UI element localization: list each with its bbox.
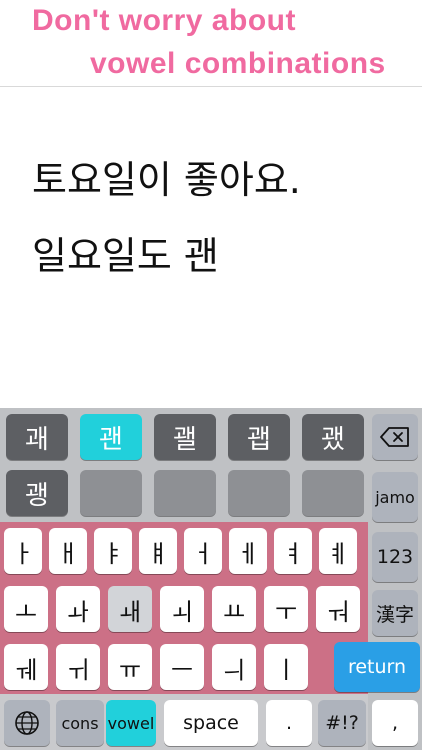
candidate-key-selected[interactable]: 괜 (80, 414, 142, 460)
vowel-mode-button[interactable]: vowel (106, 700, 156, 746)
backspace-icon (380, 427, 410, 447)
candidate-key[interactable]: 괬 (302, 414, 364, 460)
candidate-key[interactable]: 괭 (6, 470, 68, 516)
candidate-key-empty (154, 470, 216, 516)
vowel-key[interactable]: ㅑ (94, 528, 132, 574)
vowel-key[interactable]: ㅓ (184, 528, 222, 574)
space-button[interactable]: space (164, 700, 258, 746)
vowel-key[interactable]: ㅒ (139, 528, 177, 574)
candidate-key[interactable]: 괩 (228, 414, 290, 460)
vowel-key[interactable]: ㅐ (49, 528, 87, 574)
vowel-key[interactable]: ㅣ (264, 644, 308, 690)
backspace-button[interactable] (372, 414, 418, 460)
candidate-key-empty (302, 470, 364, 516)
vowel-key[interactable]: ㅞ (4, 644, 48, 690)
candidate-key[interactable]: 괘 (6, 414, 68, 460)
vowel-key-pressed[interactable]: ㅙ (108, 586, 152, 632)
korean-keyboard: 괘 괜 괠 괩 괬 괭 ㅏ ㅐ ㅑ ㅒ ㅓ ㅔ ㅕ ㅖ ㅗ ㅘ ㅙ ㅚ ㅛ ㅜ … (0, 408, 422, 750)
vowel-key[interactable]: ㅚ (160, 586, 204, 632)
vowel-key[interactable]: ㅏ (4, 528, 42, 574)
hanja-button[interactable]: 漢字 (372, 590, 418, 636)
globe-icon (14, 710, 40, 736)
vowel-key[interactable]: ㅠ (108, 644, 152, 690)
vowel-key[interactable]: ㅘ (56, 586, 100, 632)
vowel-panel: ㅏ ㅐ ㅑ ㅒ ㅓ ㅔ ㅕ ㅖ ㅗ ㅘ ㅙ ㅚ ㅛ ㅜ ㅝ ㅞ ㅟ ㅠ ㅡ ㅢ … (0, 522, 368, 694)
candidate-key[interactable]: 괠 (154, 414, 216, 460)
globe-button[interactable] (4, 700, 50, 746)
side-key-column: jamo 123 漢字 (368, 408, 422, 750)
vowel-key[interactable]: ㅔ (229, 528, 267, 574)
candidate-bar: 괘 괜 괠 괩 괬 괭 (0, 408, 368, 522)
vowel-key[interactable]: ㅡ (160, 644, 204, 690)
editor-line-1: 토요일이 좋아요. (32, 158, 301, 202)
banner-title-line-2: vowel combinations (90, 47, 386, 80)
editor-line-2: 일요일도 괜 (32, 234, 219, 278)
candidate-key-empty (80, 470, 142, 516)
vowel-key[interactable]: ㅜ (264, 586, 308, 632)
period-key[interactable]: . (266, 700, 312, 746)
vowel-key[interactable]: ㅛ (212, 586, 256, 632)
candidate-key-empty (228, 470, 290, 516)
vowel-key[interactable]: ㅢ (212, 644, 256, 690)
jamo-button[interactable]: jamo (372, 472, 418, 522)
comma-key[interactable]: , (372, 700, 418, 746)
numbers-button[interactable]: 123 (372, 532, 418, 582)
vowel-key[interactable]: ㅕ (274, 528, 312, 574)
consonant-mode-button[interactable]: cons (56, 700, 104, 746)
return-button[interactable]: return (334, 642, 420, 692)
vowel-key[interactable]: ㅖ (319, 528, 357, 574)
symbols-button[interactable]: #!? (318, 700, 366, 746)
vowel-key[interactable]: ㅗ (4, 586, 48, 632)
text-editor[interactable]: 토요일이 좋아요. 일요일도 괜 (0, 87, 422, 407)
promo-banner: Don't worry about vowel combinations (0, 0, 422, 87)
vowel-key[interactable]: ㅝ (316, 586, 360, 632)
vowel-key[interactable]: ㅟ (56, 644, 100, 690)
banner-title-line-1: Don't worry about (32, 4, 296, 37)
